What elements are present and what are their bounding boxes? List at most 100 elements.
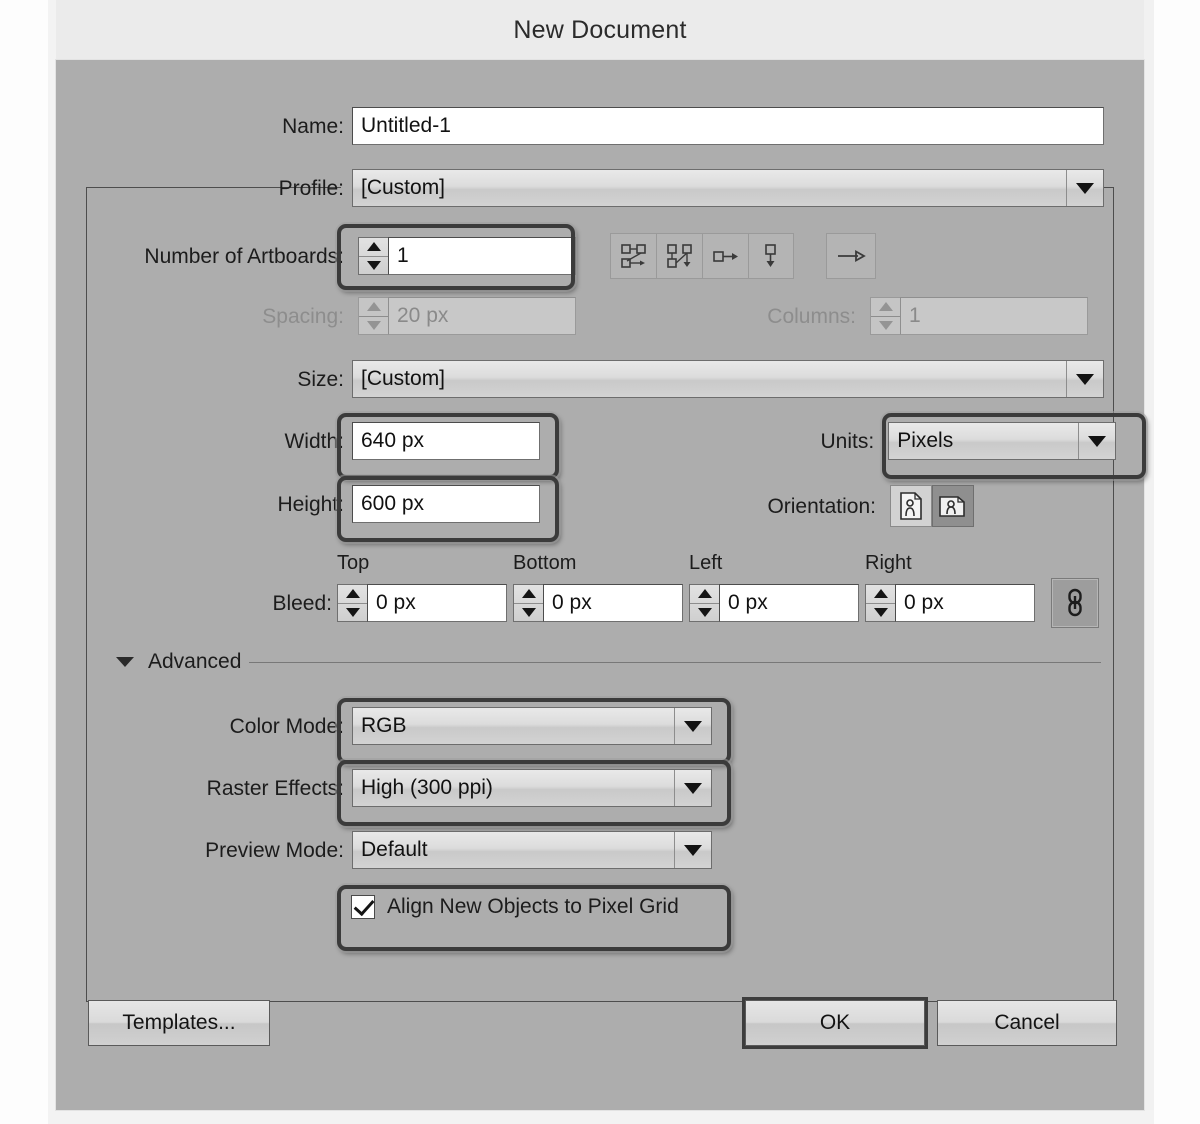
bleed-bottom-spinner-up[interactable]: [514, 585, 543, 603]
new-document-dialog: New Document Name: Untitled-1 Profile: […: [0, 0, 1200, 1124]
artboards-input[interactable]: 1: [388, 237, 576, 275]
bleed-right-spinner-down[interactable]: [866, 602, 895, 622]
units-select[interactable]: Pixels: [888, 422, 1116, 460]
width-row: Width: 640 px: [56, 422, 616, 460]
bleed-right-input[interactable]: 0 px: [895, 584, 1035, 622]
page-edge-left: [48, 0, 56, 1124]
orientation-portrait-icon[interactable]: [890, 485, 932, 527]
bleed-bottom-field: 0 px: [513, 584, 683, 622]
bleed-left-spinner-down[interactable]: [690, 602, 719, 622]
bleed-bottom-spinner[interactable]: [513, 584, 543, 622]
width-input[interactable]: 640 px: [352, 422, 540, 460]
bleed-left-field: 0 px: [689, 584, 859, 622]
bleed-bottom-spinner-down[interactable]: [514, 602, 543, 622]
bleed-top-spinner-down[interactable]: [338, 602, 367, 622]
preview-mode-select[interactable]: Default: [352, 831, 712, 869]
arrange-by-column-icon[interactable]: [748, 233, 794, 279]
columns-spinner-up: [871, 298, 900, 316]
arrow-right-icon: [838, 249, 866, 263]
units-value: Pixels: [897, 429, 954, 452]
artboard-direction-button[interactable]: [826, 233, 876, 279]
bleed-left-spinner-up[interactable]: [690, 585, 719, 603]
orientation-toggle-group: [890, 485, 974, 527]
raster-effects-label: Raster Effects:: [206, 776, 344, 800]
bleed-left-input[interactable]: 0 px: [719, 584, 859, 622]
grid-by-row-icon[interactable]: [610, 233, 656, 279]
chevron-down-icon[interactable]: [674, 832, 711, 868]
cancel-button[interactable]: Cancel: [937, 1000, 1117, 1046]
orientation-landscape-icon[interactable]: [932, 485, 974, 527]
color-mode-select[interactable]: RGB: [352, 707, 712, 745]
raster-effects-select[interactable]: High (300 ppi): [352, 769, 712, 807]
height-input[interactable]: 600 px: [352, 485, 540, 523]
bleed-right-field: 0 px: [865, 584, 1035, 622]
bleed-headers: Top Bottom Left Right: [337, 552, 1041, 575]
bleed-label: Bleed:: [272, 591, 332, 615]
chevron-down-icon[interactable]: [116, 657, 134, 667]
dialog-body: Name: Untitled-1 Profile: [Custom] Numbe…: [56, 60, 1146, 1110]
columns-row: Columns: 1: [696, 297, 1116, 335]
color-mode-row: Color Mode: RGB: [56, 707, 776, 745]
bleed-top-input[interactable]: 0 px: [367, 584, 507, 622]
bleed-link-button[interactable]: [1051, 578, 1099, 628]
bleed-top-header: Top: [337, 552, 370, 574]
bleed-right-spinner[interactable]: [865, 584, 895, 622]
size-select[interactable]: [Custom]: [352, 360, 1104, 398]
name-row: Name: Untitled-1: [56, 107, 1116, 145]
dialog-title: New Document: [513, 15, 687, 44]
name-label: Name:: [282, 114, 344, 138]
raster-effects-row: Raster Effects: High (300 ppi): [56, 769, 776, 807]
ok-button[interactable]: OK: [745, 1000, 925, 1046]
artboards-spinner-up[interactable]: [359, 238, 388, 256]
bleed-top-field: 0 px: [337, 584, 507, 622]
align-pixel-grid-label: Align New Objects to Pixel Grid: [387, 895, 679, 918]
columns-label: Columns:: [767, 304, 856, 328]
artboards-spinner-down[interactable]: [359, 255, 388, 275]
bleed-right-header: Right: [865, 552, 912, 574]
units-row: Units: Pixels: [696, 422, 1116, 460]
spacing-label: Spacing:: [262, 304, 344, 328]
link-chain-icon: [1068, 588, 1082, 617]
orientation-label: Orientation:: [767, 494, 876, 518]
chevron-down-icon[interactable]: [1078, 423, 1115, 459]
artboards-stepper-group: 1: [358, 237, 576, 275]
spacing-input: 20 px: [388, 297, 576, 335]
advanced-label: Advanced: [148, 650, 242, 673]
color-mode-value: RGB: [361, 714, 407, 737]
size-row: Size: [Custom]: [56, 360, 1116, 398]
templates-button[interactable]: Templates...: [88, 1000, 270, 1046]
spacing-spinner: [358, 297, 388, 335]
align-pixel-grid-row[interactable]: Align New Objects to Pixel Grid: [351, 894, 679, 919]
spacing-spinner-up: [359, 298, 388, 316]
artboards-row: Number of Artboards: 1: [56, 233, 1116, 279]
page-edge-bottom: [48, 1110, 1154, 1124]
columns-input: 1: [900, 297, 1088, 335]
align-pixel-grid-checkbox[interactable]: [351, 894, 375, 919]
profile-value: [Custom]: [361, 176, 446, 199]
advanced-header[interactable]: Advanced: [116, 650, 1101, 674]
name-input[interactable]: Untitled-1: [352, 107, 1104, 145]
arrange-by-row-icon[interactable]: [702, 233, 748, 279]
bleed-left-header: Left: [689, 552, 723, 574]
chevron-down-icon[interactable]: [674, 708, 711, 744]
artboards-label: Number of Artboards:: [144, 244, 344, 268]
spacing-spinner-down: [359, 315, 388, 335]
chevron-down-icon[interactable]: [1066, 170, 1103, 206]
bleed-top-spinner[interactable]: [337, 584, 367, 622]
bleed-top-spinner-up[interactable]: [338, 585, 367, 603]
grid-by-column-icon[interactable]: [656, 233, 702, 279]
preview-mode-value: Default: [361, 838, 428, 861]
bleed-bottom-input[interactable]: 0 px: [543, 584, 683, 622]
profile-select[interactable]: [Custom]: [352, 169, 1104, 207]
page-edge-right: [1144, 0, 1154, 1124]
artboard-layout-button-group: [610, 233, 794, 279]
bleed-left-spinner[interactable]: [689, 584, 719, 622]
columns-field-group: 1: [870, 297, 1088, 335]
bleed-right-spinner-up[interactable]: [866, 585, 895, 603]
height-label: Height:: [277, 492, 344, 516]
artboards-spinner[interactable]: [358, 237, 388, 275]
columns-spinner-down: [871, 315, 900, 335]
chevron-down-icon[interactable]: [1066, 361, 1103, 397]
advanced-divider: [249, 661, 1101, 663]
chevron-down-icon[interactable]: [674, 770, 711, 806]
